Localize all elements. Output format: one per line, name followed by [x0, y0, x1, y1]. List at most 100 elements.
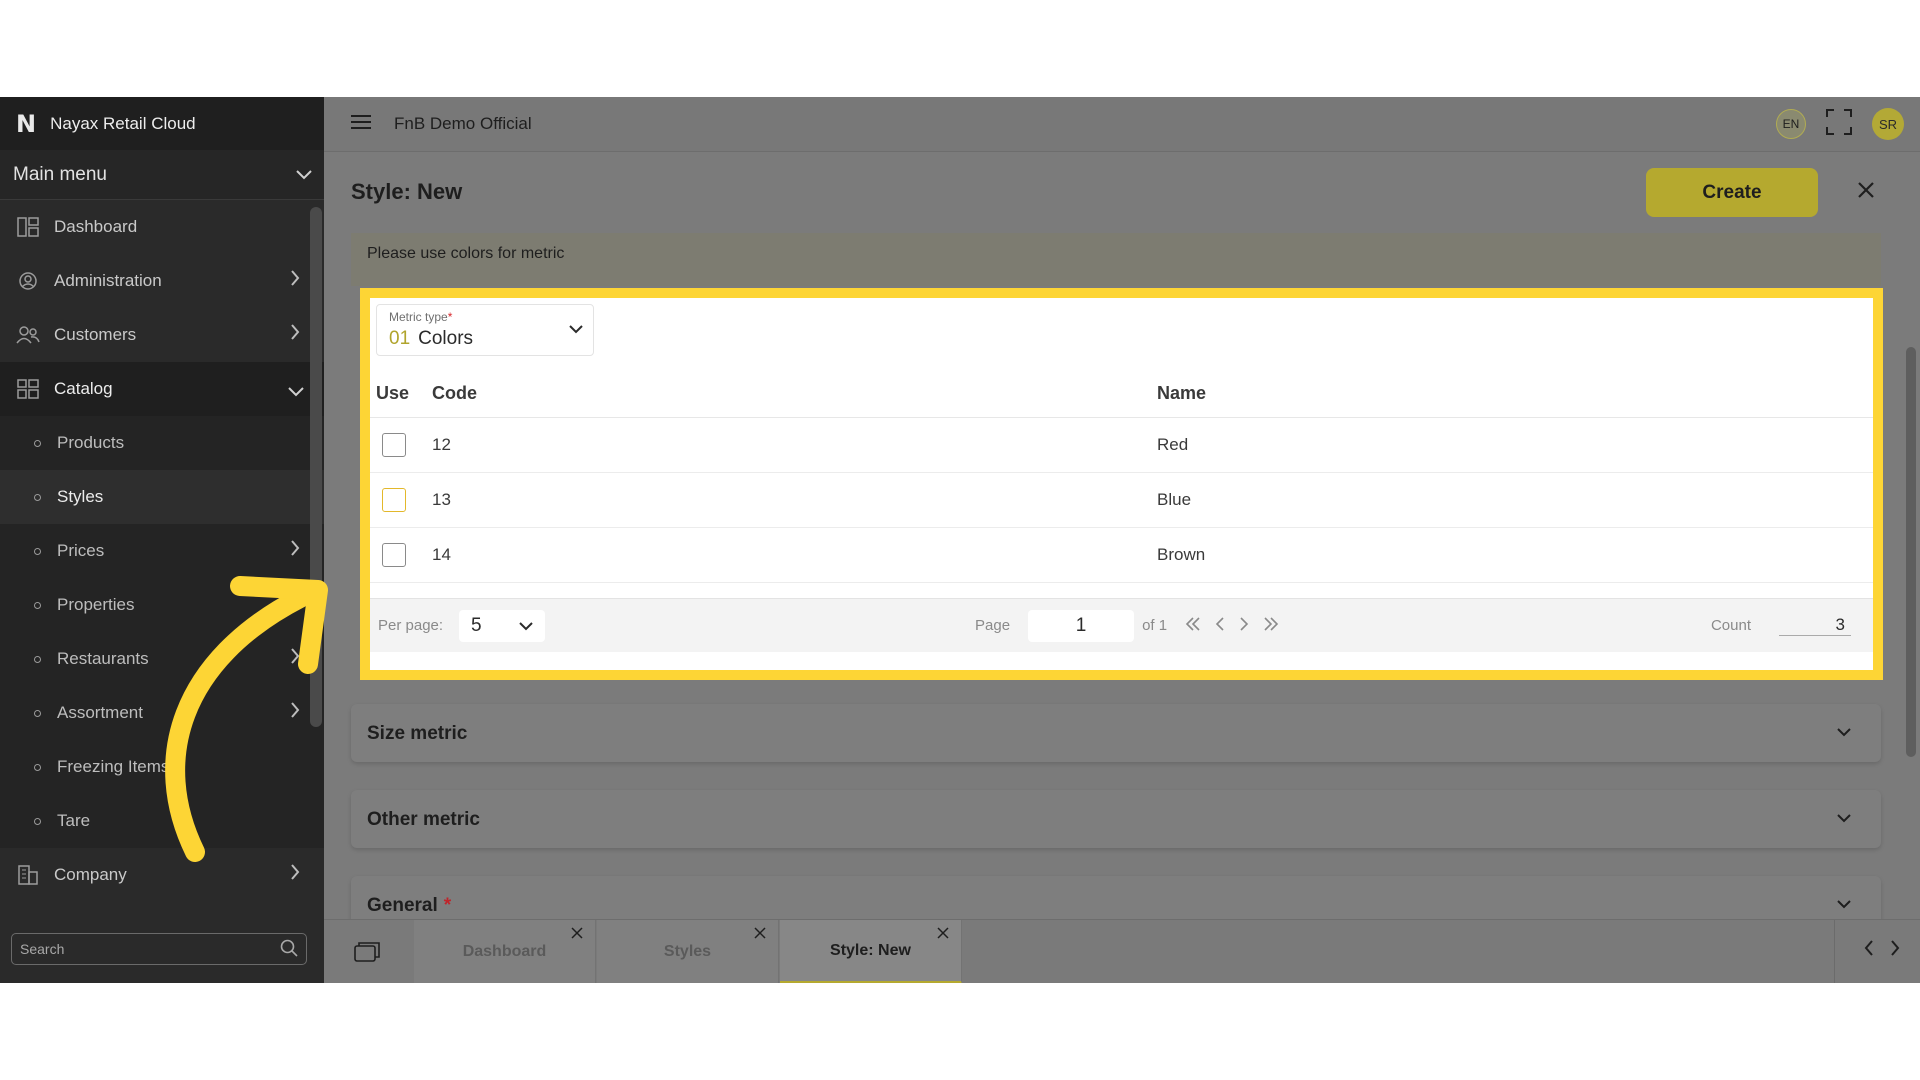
sidebar-subitem-label: Styles — [57, 487, 104, 506]
metric-values-table: Use Code Name 12 Red 13 Blue 14 Brown — [370, 370, 1873, 583]
chevron-down-icon — [519, 615, 533, 637]
tabs-divider — [1834, 920, 1835, 983]
required-mark: * — [447, 310, 453, 324]
chevron-right-icon — [290, 324, 300, 345]
use-checkbox[interactable] — [382, 488, 406, 512]
chevron-right-icon[interactable] — [1890, 940, 1900, 961]
sidebar-subitem-styles[interactable]: Styles — [0, 470, 324, 524]
chevron-right-icon — [290, 540, 300, 561]
sidebar-subitem-label: Restaurants — [57, 649, 149, 668]
sidebar-item-catalog[interactable]: Catalog — [0, 362, 324, 416]
next-page-icon[interactable] — [1239, 616, 1249, 635]
prev-page-icon[interactable] — [1215, 616, 1225, 635]
top-bar-actions: EN SR — [1776, 108, 1904, 140]
general-section[interactable]: General * — [351, 876, 1881, 919]
sidebar-item-customers[interactable]: Customers — [0, 308, 324, 362]
pagination-bar: Per page: 5 Page 1 of 1 Count 3 — [370, 598, 1873, 652]
column-header-code[interactable]: Code — [432, 383, 1157, 404]
close-tab-icon[interactable] — [571, 926, 583, 944]
top-bar: FnB Demo Official EN SR — [324, 97, 1920, 152]
sidebar-item-label: Company — [54, 865, 127, 884]
use-checkbox[interactable] — [382, 543, 406, 567]
metric-code: 01 — [389, 328, 411, 349]
info-message: Please use colors for metric — [351, 233, 1881, 286]
brand-name: Nayax Retail Cloud — [50, 113, 196, 133]
tab-style-new[interactable]: Style: New — [780, 920, 962, 983]
section-label: Other metric — [367, 809, 480, 830]
tab-dashboard[interactable]: Dashboard — [414, 920, 596, 983]
size-metric-section[interactable]: Size metric — [351, 704, 1881, 762]
sidebar-item-dashboard[interactable]: Dashboard — [0, 200, 324, 254]
sidebar-subitem-properties[interactable]: Properties — [0, 578, 324, 632]
bullet-icon — [34, 709, 41, 717]
section-label: Size metric — [367, 723, 468, 744]
sidebar-subitem-prices[interactable]: Prices — [0, 524, 324, 578]
main-content: Style: New Create Please use colors for … — [324, 152, 1920, 919]
sidebar-item-administration[interactable]: Administration — [0, 254, 324, 308]
content-scrollbar[interactable] — [1906, 347, 1916, 757]
chevron-down-icon — [288, 382, 304, 402]
section-label: General * — [367, 895, 451, 917]
sidebar-subitem-products[interactable]: Products — [0, 416, 324, 470]
user-avatar[interactable]: SR — [1872, 108, 1904, 140]
sidebar-subitem-restaurants[interactable]: Restaurants — [0, 632, 324, 686]
name-cell: Blue — [1157, 490, 1192, 509]
sidebar: N Nayax Retail Cloud Main menu Dashboard… — [0, 97, 324, 983]
brand-logo: N — [16, 109, 37, 138]
bullet-icon — [34, 439, 41, 447]
sidebar-search-input[interactable]: Search — [11, 933, 307, 965]
table-row[interactable]: 13 Blue — [370, 473, 1873, 528]
chevron-right-icon — [290, 864, 300, 885]
bullet-icon — [34, 601, 41, 609]
sidebar-item-company[interactable]: Company — [0, 848, 324, 902]
bullet-icon — [34, 817, 41, 825]
sidebar-scrollbar[interactable] — [310, 207, 322, 727]
per-page-value: 5 — [471, 614, 482, 636]
sidebar-subitem-tare[interactable]: Tare — [0, 794, 324, 848]
create-button[interactable]: Create — [1646, 168, 1818, 217]
search-icon[interactable] — [280, 939, 298, 960]
table-row[interactable]: 14 Brown — [370, 528, 1873, 583]
tab-styles[interactable]: Styles — [597, 920, 779, 983]
page-of-label: of 1 — [1142, 617, 1168, 634]
hamburger-menu-icon[interactable] — [350, 114, 372, 135]
page-title: Style: New — [351, 179, 463, 204]
chevron-down-icon — [296, 164, 312, 186]
close-tab-icon[interactable] — [937, 926, 949, 944]
tab-label: Styles — [663, 943, 712, 960]
sidebar-item-label: Catalog — [54, 379, 113, 398]
required-mark: * — [443, 895, 452, 916]
metric-type-select[interactable]: Metric type* 01 Colors — [376, 304, 594, 356]
use-cell — [370, 488, 432, 512]
dashboard-icon — [16, 215, 40, 239]
column-header-use[interactable]: Use — [370, 383, 432, 404]
sidebar-subitem-freezing-items[interactable]: Freezing Items — [0, 740, 324, 794]
page-navigation — [1185, 616, 1279, 635]
chevron-left-icon[interactable] — [1864, 940, 1874, 961]
tab-label: Dashboard — [462, 943, 547, 960]
language-switch[interactable]: EN — [1776, 109, 1806, 139]
open-tabs-bar: Dashboard Styles Style: New — [324, 919, 1920, 983]
close-icon[interactable] — [1856, 180, 1876, 205]
use-checkbox[interactable] — [382, 433, 406, 457]
column-header-name[interactable]: Name — [1157, 383, 1873, 404]
page-number-input[interactable]: 1 — [1028, 609, 1135, 642]
chevron-down-icon — [569, 321, 583, 339]
app-window: N Nayax Retail Cloud Main menu Dashboard… — [0, 97, 1920, 983]
chevron-down-icon — [1837, 810, 1851, 828]
last-page-icon[interactable] — [1263, 616, 1279, 635]
page-label: Page — [975, 617, 1011, 634]
windows-icon[interactable] — [354, 942, 380, 967]
sidebar-subitem-label: Tare — [57, 811, 91, 830]
fullscreen-icon[interactable] — [1826, 108, 1852, 140]
tab-label: Style: New — [830, 941, 911, 959]
other-metric-section[interactable]: Other metric — [351, 790, 1881, 848]
use-cell — [370, 543, 432, 567]
per-page-select[interactable]: 5 — [459, 609, 546, 642]
main-menu-toggle[interactable]: Main menu — [0, 150, 324, 200]
close-tab-icon[interactable] — [754, 926, 766, 944]
first-page-icon[interactable] — [1185, 616, 1201, 635]
grid-icon — [16, 377, 40, 401]
table-row[interactable]: 12 Red — [370, 418, 1873, 473]
sidebar-subitem-assortment[interactable]: Assortment — [0, 686, 324, 740]
